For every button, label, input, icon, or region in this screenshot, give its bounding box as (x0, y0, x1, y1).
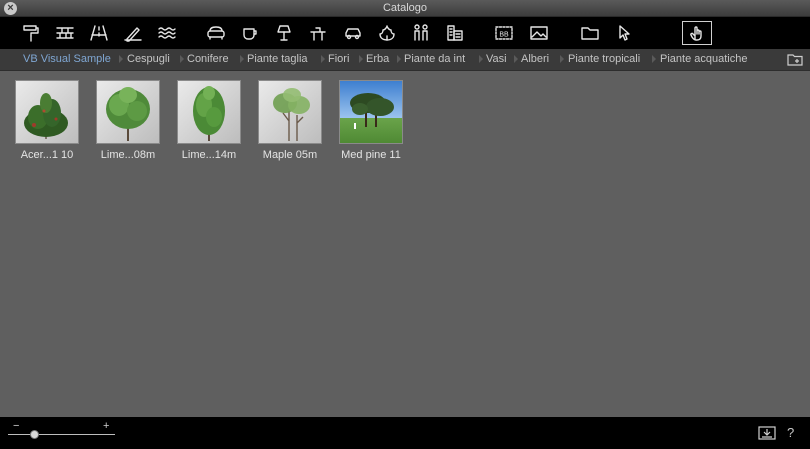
zoom-slider-knob[interactable] (30, 430, 40, 439)
item-label: Acer...1 10 (20, 149, 74, 161)
road-icon[interactable] (86, 21, 112, 45)
category-toolbar: BB (0, 17, 810, 49)
category-erba[interactable]: Erba (366, 53, 394, 65)
cup-icon[interactable] (237, 21, 263, 45)
leaf-icon[interactable] (374, 21, 400, 45)
category-bar: VB Visual Sample Cespugli Conifere Piant… (0, 49, 810, 71)
import-icon[interactable] (758, 426, 776, 440)
item-label: Lime...14m (181, 149, 237, 161)
people-icon[interactable] (408, 21, 434, 45)
category-separator (397, 55, 401, 63)
catalog-item[interactable]: Lime...08m (96, 80, 160, 161)
help-button[interactable]: ? (787, 425, 794, 440)
category-separator (321, 55, 325, 63)
category-separator (514, 55, 518, 63)
category-vasi[interactable]: Vasi (486, 53, 510, 65)
water-icon[interactable] (154, 21, 180, 45)
item-label: Med pine 11 (341, 149, 401, 161)
category-alberi[interactable]: Alberi (521, 53, 561, 65)
category-cespugli[interactable]: Cespugli (127, 53, 179, 65)
paint-roller-icon[interactable] (18, 21, 44, 45)
sapling-thumbnail (258, 80, 322, 144)
category-piante-tropicali[interactable]: Piante tropicali (568, 53, 654, 65)
catalog-item[interactable]: Med pine 11 (339, 80, 403, 161)
pencil-terrain-icon[interactable] (120, 21, 146, 45)
pine-sky-thumbnail (339, 80, 403, 144)
catalog-item[interactable]: Maple 05m (258, 80, 322, 161)
add-folder-icon[interactable] (787, 53, 803, 66)
category-separator (652, 55, 656, 63)
category-piante-da-interno[interactable]: Piante da int (404, 53, 470, 65)
zoom-out-label: − (13, 420, 20, 432)
zoom-slider[interactable] (8, 434, 115, 435)
table-chairs-icon[interactable] (305, 21, 331, 45)
category-separator (119, 55, 123, 63)
title-bar: × Catalogo (0, 0, 810, 17)
window-title: Catalogo (382, 2, 428, 14)
tree-thumbnail (177, 80, 241, 144)
item-label: Lime...08m (100, 149, 156, 161)
lamp-icon[interactable] (271, 21, 297, 45)
category-piante-acquatiche[interactable]: Piante acquatiche (660, 53, 760, 65)
bush-thumbnail (15, 80, 79, 144)
category-piante-taglia[interactable]: Piante taglia (247, 53, 313, 65)
folder-icon[interactable] (577, 21, 603, 45)
brick-wall-icon[interactable] (52, 21, 78, 45)
category-fiori[interactable]: Fiori (328, 53, 356, 65)
category-separator (359, 55, 363, 63)
catalog-item[interactable]: Lime...14m (177, 80, 241, 161)
car-icon[interactable] (340, 21, 366, 45)
category-separator (479, 55, 483, 63)
catalog-grid: Acer...1 10 Lime...08m Lime...14m Maple … (0, 71, 810, 417)
buildings-icon[interactable] (442, 21, 468, 45)
pointer-icon[interactable] (611, 21, 637, 45)
sofa-icon[interactable] (203, 21, 229, 45)
category-separator (560, 55, 564, 63)
billboard-icon[interactable]: BB (491, 21, 517, 45)
tree-thumbnail (96, 80, 160, 144)
category-separator (180, 55, 184, 63)
category-vb-visual-sample[interactable]: VB Visual Sample (23, 53, 118, 65)
bottom-bar: − + ? (0, 417, 810, 449)
item-label: Maple 05m (262, 149, 318, 161)
hand-icon[interactable] (682, 21, 712, 45)
catalog-item[interactable]: Acer...1 10 (15, 80, 79, 161)
category-separator (240, 55, 244, 63)
zoom-in-label: + (103, 420, 110, 432)
picture-icon[interactable] (526, 21, 552, 45)
category-conifere[interactable]: Conifere (187, 53, 239, 65)
billboard-label: BB (499, 32, 509, 39)
